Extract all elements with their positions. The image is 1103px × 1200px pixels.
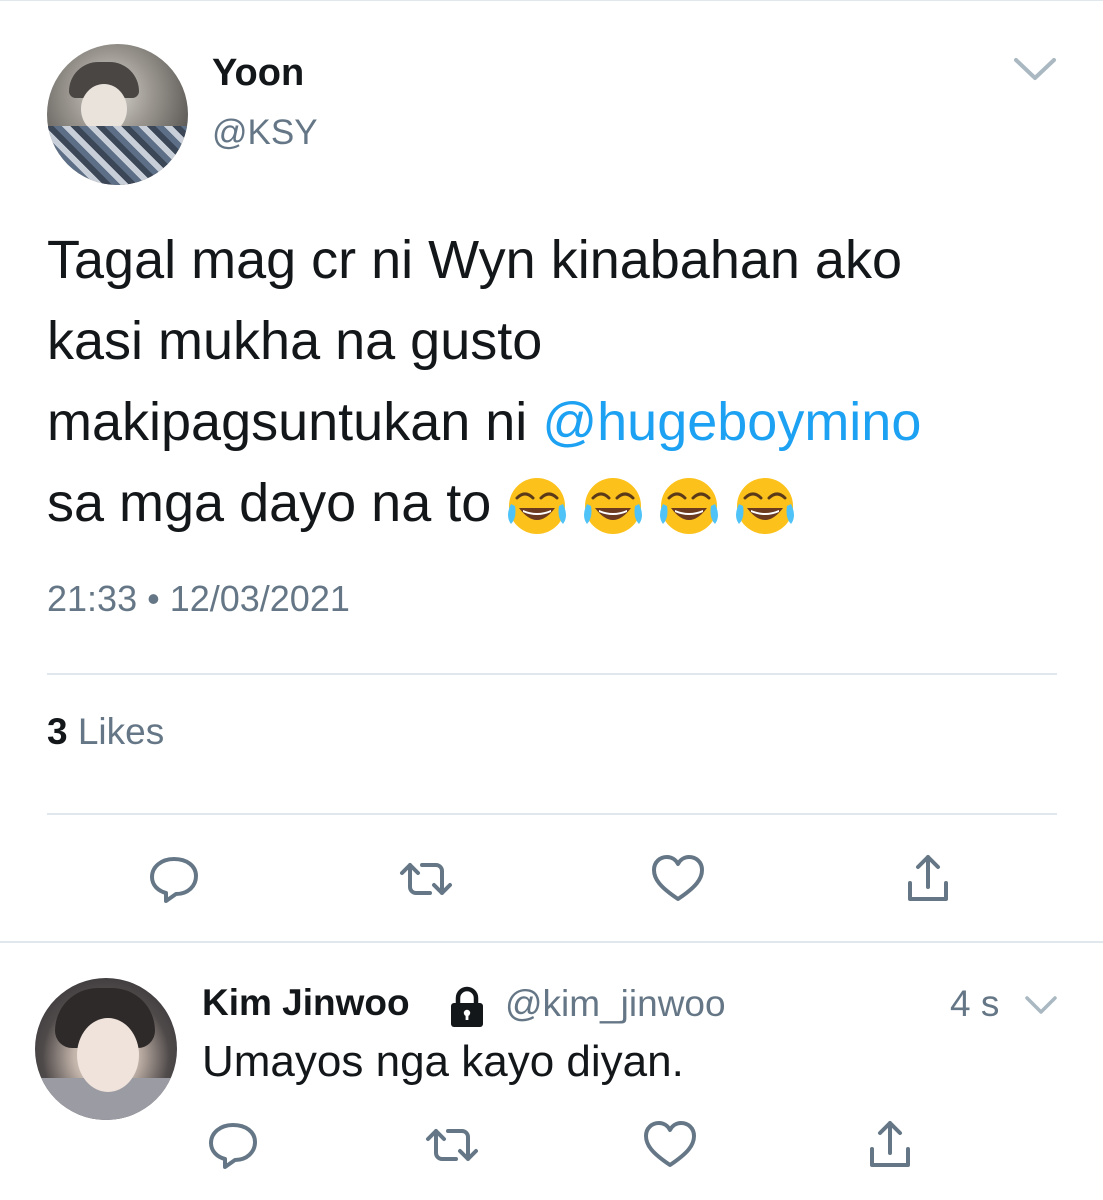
- emoji-row: [505, 462, 809, 543]
- tweet-text: Tagal mag cr ni Wyn kinabahan ako kasi m…: [47, 220, 1077, 544]
- face-with-tears-of-joy-icon: [581, 474, 645, 538]
- reply-icon[interactable]: [205, 1117, 261, 1173]
- avatar[interactable]: [47, 44, 188, 185]
- divider: [47, 673, 1057, 675]
- reply-author-handle[interactable]: @kim_jinwoo: [505, 983, 726, 1025]
- tweet-timestamp[interactable]: 21:33 • 12/03/2021: [47, 578, 350, 620]
- reply-icon[interactable]: [146, 851, 202, 907]
- share-icon[interactable]: [900, 851, 956, 907]
- face-with-tears-of-joy-icon: [733, 474, 797, 538]
- author-handle[interactable]: @KSY: [212, 113, 318, 153]
- chevron-down-icon[interactable]: [1010, 52, 1060, 86]
- tweet-text-line: makipagsuntukan ni @hugeboymino: [47, 382, 1077, 463]
- share-icon[interactable]: [862, 1117, 918, 1173]
- divider: [0, 941, 1103, 943]
- tweet-text-segment: sa mga dayo na to: [47, 473, 492, 533]
- reply-time[interactable]: 4 s: [950, 983, 999, 1025]
- tweet-text-line: Tagal mag cr ni Wyn kinabahan ako: [47, 230, 902, 290]
- reply-author-display-name[interactable]: Kim Jinwoo: [202, 982, 410, 1024]
- top-divider: [0, 0, 1103, 1]
- avatar[interactable]: [35, 978, 177, 1120]
- likes-count[interactable]: 3 Likes: [47, 711, 164, 753]
- likes-number: 3: [47, 711, 68, 752]
- face-with-tears-of-joy-icon: [505, 474, 569, 538]
- tweet-text-line: sa mga dayo na to: [47, 463, 1077, 544]
- retweet-icon[interactable]: [424, 1117, 480, 1173]
- tweet-text-line: kasi mukha na gusto: [47, 311, 543, 371]
- tweet-text-segment: makipagsuntukan ni: [47, 392, 543, 452]
- retweet-icon[interactable]: [398, 851, 454, 907]
- like-icon[interactable]: [650, 851, 706, 907]
- chevron-down-icon[interactable]: [1023, 993, 1059, 1017]
- reply-text: Umayos nga kayo diyan.: [202, 1037, 684, 1086]
- like-icon[interactable]: [642, 1117, 698, 1173]
- face-with-tears-of-joy-icon: [657, 474, 721, 538]
- mention-link[interactable]: @hugeboymino: [542, 392, 921, 452]
- lock-icon: [451, 986, 483, 1027]
- likes-label: Likes: [77, 711, 165, 752]
- tweet-detail-page: Yoon @KSY Tagal mag cr ni Wyn kinabahan …: [0, 0, 1103, 1200]
- author-display-name[interactable]: Yoon: [212, 52, 304, 95]
- divider: [47, 813, 1057, 815]
